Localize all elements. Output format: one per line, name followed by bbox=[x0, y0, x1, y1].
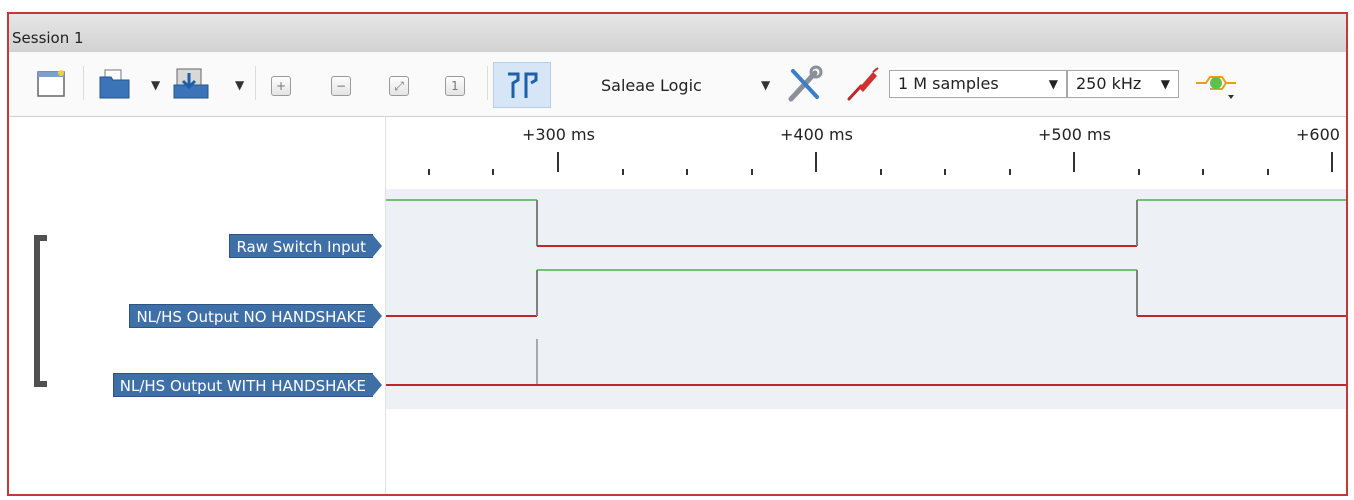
ruler-tick bbox=[880, 169, 882, 175]
open-file-icon bbox=[99, 69, 130, 99]
new-session-icon bbox=[37, 70, 65, 97]
time-label-500: +500 ms bbox=[1038, 125, 1111, 144]
toolbar-separator bbox=[487, 66, 488, 100]
zoom-one-icon: 1 bbox=[445, 76, 465, 96]
ruler-tick bbox=[428, 169, 430, 175]
device-dropdown-icon[interactable]: ▼ bbox=[761, 78, 770, 92]
open-file-button[interactable] bbox=[95, 64, 135, 104]
ruler-tick bbox=[622, 169, 624, 175]
toolbar-separator bbox=[83, 66, 84, 100]
app-window: Session 1 ▼ ▼ + − ⤢ 1 Saleae Logic ▼ 1 M… bbox=[7, 12, 1348, 496]
sample-rate-select[interactable]: 250 kHz ▼ bbox=[1067, 70, 1179, 98]
simulation-button[interactable] bbox=[1193, 68, 1241, 102]
zoom-fit-button[interactable]: ⤢ bbox=[387, 74, 411, 98]
capture-view: Raw Switch Input NL/HS Output NO HANDSHA… bbox=[9, 117, 1346, 494]
save-export-button[interactable] bbox=[169, 64, 213, 104]
ruler-tick bbox=[557, 152, 559, 172]
time-ruler[interactable]: +300 ms +400 ms +500 ms +600 ms bbox=[386, 117, 1346, 189]
ruler-tick bbox=[815, 152, 817, 172]
ruler-tick bbox=[1331, 152, 1333, 172]
settings-tools-icon bbox=[788, 65, 823, 102]
ruler-tick bbox=[751, 169, 753, 175]
trigger-markers-button[interactable] bbox=[493, 62, 551, 108]
channel-label-raw-switch[interactable]: Raw Switch Input bbox=[229, 234, 382, 258]
toolbar-separator bbox=[255, 66, 256, 100]
zoom-out-button[interactable]: − bbox=[329, 74, 353, 98]
settings-tools-button[interactable] bbox=[783, 64, 827, 104]
open-dropdown-icon[interactable]: ▼ bbox=[151, 78, 160, 92]
trigger-markers-icon bbox=[508, 72, 538, 98]
channel-group-bracket[interactable] bbox=[34, 235, 47, 387]
sample-rate-value: 250 kHz bbox=[1076, 74, 1142, 93]
simulation-icon bbox=[1196, 76, 1236, 99]
samples-select[interactable]: 1 M samples ▼ bbox=[889, 70, 1067, 98]
save-dropdown-icon[interactable]: ▼ bbox=[235, 78, 244, 92]
session-tab[interactable]: Session 1 bbox=[12, 29, 84, 47]
ruler-tick bbox=[686, 169, 688, 175]
toolbar: ▼ ▼ + − ⤢ 1 Saleae Logic ▼ 1 M samples ▼… bbox=[9, 52, 1346, 117]
zoom-in-button[interactable]: + bbox=[269, 74, 293, 98]
samples-value: 1 M samples bbox=[898, 74, 999, 93]
new-session-button[interactable] bbox=[33, 64, 69, 104]
ruler-tick bbox=[1009, 169, 1011, 175]
waveform-canvas bbox=[386, 199, 1346, 386]
channel-label-pane: Raw Switch Input NL/HS Output NO HANDSHA… bbox=[9, 117, 386, 494]
zoom-fit-icon: ⤢ bbox=[389, 76, 409, 96]
ruler-tick bbox=[944, 169, 946, 175]
zoom-in-icon: + bbox=[271, 76, 291, 96]
ruler-tick bbox=[1138, 169, 1140, 175]
time-label-400: +400 ms bbox=[780, 125, 853, 144]
ruler-tick bbox=[1202, 169, 1204, 175]
channel-label-no-handshake[interactable]: NL/HS Output NO HANDSHAKE bbox=[129, 304, 382, 328]
zoom-out-icon: − bbox=[331, 76, 351, 96]
chevron-down-icon: ▼ bbox=[1160, 77, 1170, 91]
ruler-tick bbox=[492, 169, 494, 175]
save-export-icon bbox=[173, 68, 209, 99]
waveform-area[interactable] bbox=[386, 189, 1346, 409]
device-name[interactable]: Saleae Logic bbox=[601, 76, 702, 95]
ruler-tick bbox=[1267, 169, 1269, 175]
zoom-one-button[interactable]: 1 bbox=[443, 74, 467, 98]
time-label-300: +300 ms bbox=[522, 125, 595, 144]
ruler-tick bbox=[1073, 152, 1075, 172]
analyzer-probe-button[interactable] bbox=[843, 64, 883, 104]
channel-label-with-handshake[interactable]: NL/HS Output WITH HANDSHAKE bbox=[112, 373, 383, 397]
session-tab-strip: Session 1 bbox=[9, 14, 1346, 53]
time-label-600: +600 ms bbox=[1296, 125, 1346, 144]
chevron-down-icon: ▼ bbox=[1048, 77, 1058, 91]
analyzer-probe-icon bbox=[847, 67, 879, 101]
empty-channel-area bbox=[386, 409, 1346, 494]
